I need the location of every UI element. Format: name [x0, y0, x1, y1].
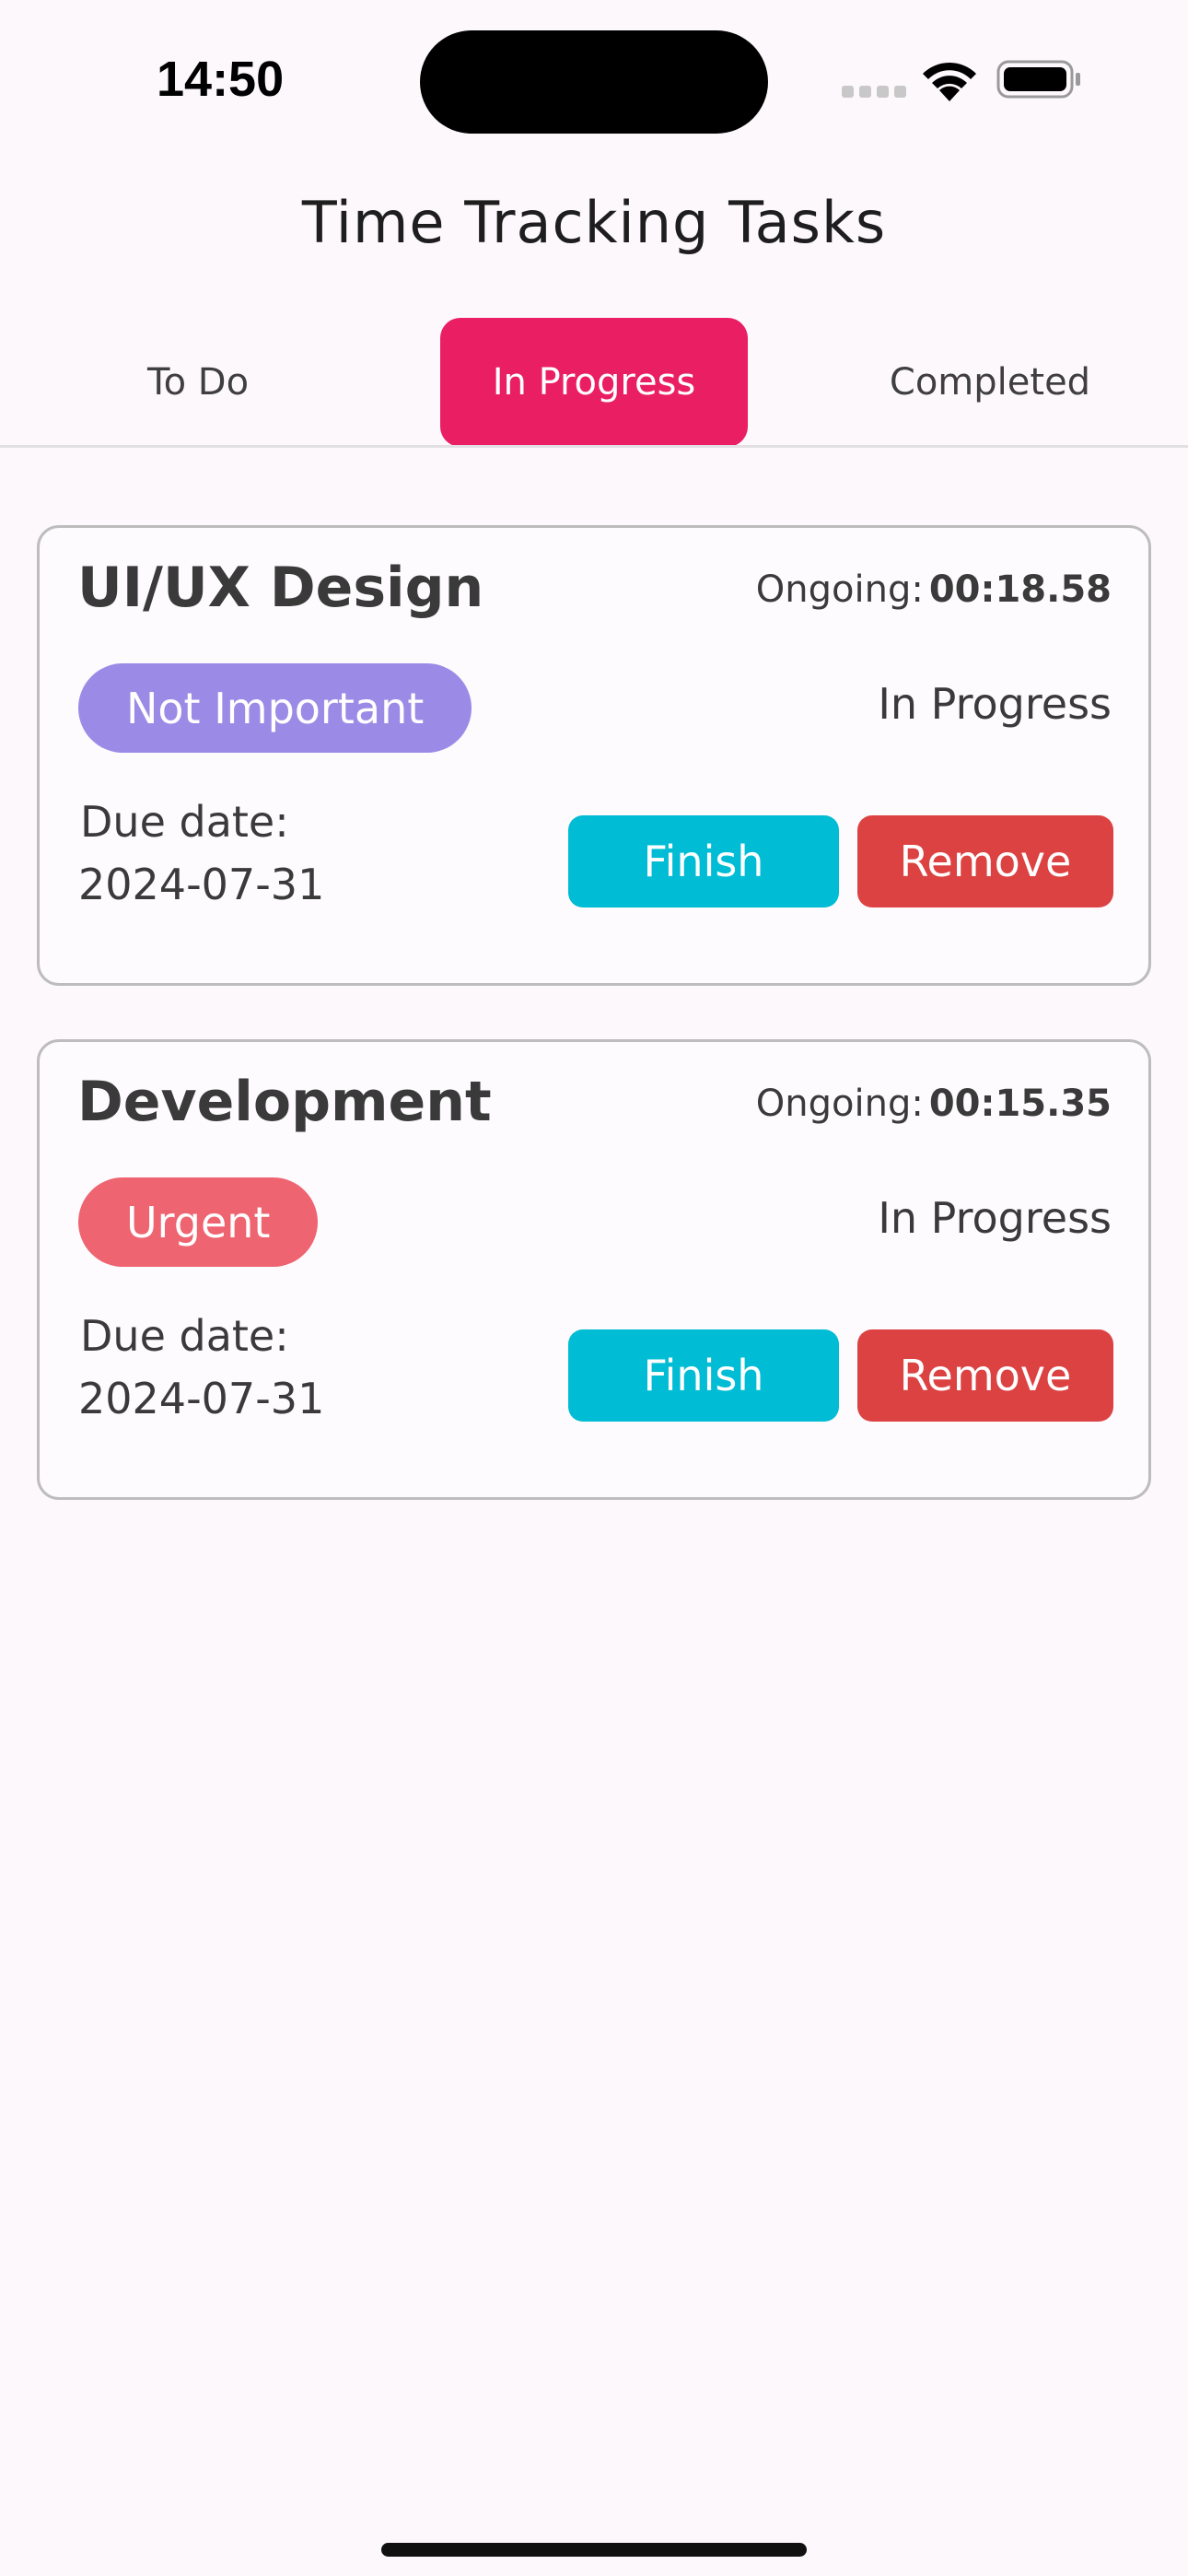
task-card: UI/UX Design Ongoing: 00:18.58 Not Import… [37, 525, 1151, 986]
wifi-icon [923, 62, 976, 101]
finish-button[interactable]: Finish [568, 815, 839, 907]
ongoing-label: Ongoing: [755, 1083, 924, 1125]
task-title: UI/UX Design [77, 556, 484, 620]
due-date-value: 2024-07-31 [78, 860, 325, 909]
home-indicator[interactable] [381, 2543, 807, 2557]
tab-divider [0, 445, 1188, 448]
task-card: Development Ongoing: 00:15.35 Urgent In P… [37, 1039, 1151, 1500]
dynamic-island [420, 30, 768, 134]
status-bar: 14:50 [0, 0, 1188, 157]
ongoing-timer: Ongoing: 00:15.35 [756, 1083, 1112, 1125]
tab-to-do[interactable]: To Do [0, 318, 396, 447]
status-time: 14:50 [157, 52, 285, 107]
tab-completed[interactable]: Completed [792, 318, 1188, 447]
tab-in-progress[interactable]: In Progress [440, 318, 748, 447]
due-date-label: Due date: [80, 1311, 289, 1361]
priority-badge: Not Important [78, 663, 472, 753]
tab-bar: To Do In Progress Completed [0, 318, 1188, 447]
task-status: In Progress [878, 679, 1112, 729]
ongoing-time: 00:15.35 [928, 1083, 1112, 1125]
remove-button[interactable]: Remove [857, 815, 1113, 907]
battery-icon [996, 60, 1080, 99]
cellular-signal-icon [842, 86, 906, 99]
finish-button[interactable]: Finish [568, 1329, 839, 1422]
priority-badge: Urgent [78, 1177, 319, 1267]
ongoing-time: 00:18.58 [928, 568, 1112, 611]
ongoing-label: Ongoing: [755, 568, 924, 611]
page-title: Time Tracking Tasks [301, 189, 887, 256]
due-date-label: Due date: [80, 797, 289, 847]
task-status: In Progress [878, 1193, 1112, 1243]
due-date-value: 2024-07-31 [78, 1374, 325, 1423]
task-title: Development [77, 1070, 492, 1134]
ongoing-timer: Ongoing: 00:18.58 [756, 568, 1112, 611]
remove-button[interactable]: Remove [857, 1329, 1113, 1422]
app-screen: 14:50 Time Tracking Tasks To Do In Progr… [0, 0, 1188, 2576]
